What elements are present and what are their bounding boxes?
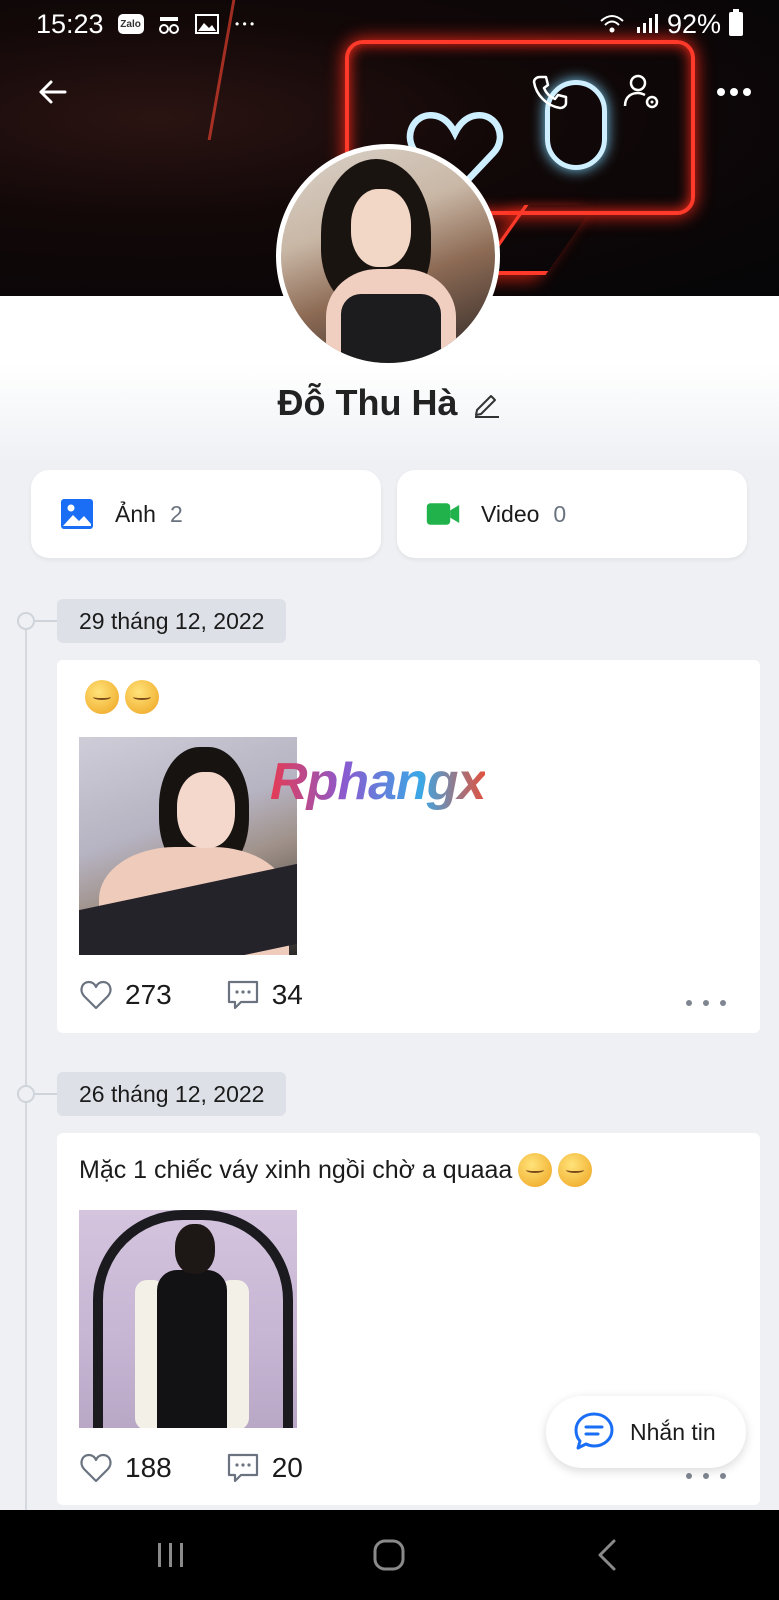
status-bar: 15:23 Zalo • • • 92% bbox=[0, 0, 779, 48]
profile-top-bar bbox=[0, 64, 779, 120]
chevron-left-icon bbox=[598, 1539, 616, 1571]
image-icon bbox=[61, 499, 93, 529]
like-count: 273 bbox=[125, 979, 172, 1010]
comment-icon bbox=[227, 1453, 258, 1483]
incognito-icon bbox=[158, 17, 179, 34]
comment-count: 34 bbox=[271, 979, 303, 1010]
send-message-label: Nhắn tin bbox=[630, 1418, 716, 1445]
comment-icon bbox=[227, 980, 258, 1010]
post-actions: 273 34 bbox=[79, 978, 357, 1012]
battery-percent: 92% bbox=[666, 8, 721, 39]
video-camera-icon bbox=[426, 503, 460, 525]
like-count: 188 bbox=[125, 1452, 172, 1483]
watermark: Rphangx bbox=[270, 753, 486, 811]
user-settings-icon bbox=[623, 74, 659, 109]
post-more-button[interactable] bbox=[686, 1466, 726, 1486]
photos-label: Ảnh bbox=[115, 500, 156, 527]
nav-back-button[interactable] bbox=[582, 1530, 632, 1580]
more-notifications-icon: • • • bbox=[234, 17, 255, 31]
post-text: Mặc 1 chiếc váy xinh ngồi chờ a quaaa bbox=[79, 1153, 593, 1187]
home-icon bbox=[373, 1539, 405, 1571]
recent-apps-icon bbox=[158, 1543, 183, 1567]
edit-pencil-icon[interactable] bbox=[471, 388, 501, 418]
post-text bbox=[79, 680, 159, 714]
post-card[interactable]: 273 34 bbox=[57, 660, 760, 1033]
post-date: 29 tháng 12, 2022 bbox=[57, 599, 287, 643]
timeline-connector bbox=[35, 620, 57, 622]
profile-name: Đỗ Thu Hà bbox=[277, 382, 458, 423]
android-navigation-bar bbox=[0, 1510, 779, 1600]
post-actions: 188 20 bbox=[79, 1451, 357, 1485]
back-button[interactable] bbox=[25, 64, 81, 120]
post-date: 26 tháng 12, 2022 bbox=[57, 1072, 287, 1116]
more-options-button[interactable] bbox=[706, 64, 762, 120]
battery-icon bbox=[729, 9, 743, 36]
wifi-icon bbox=[600, 15, 624, 33]
emoji-icon bbox=[558, 1153, 593, 1187]
post-photo[interactable] bbox=[79, 1210, 297, 1428]
arrow-left-icon bbox=[39, 80, 67, 104]
heart-icon bbox=[80, 1453, 112, 1483]
zalo-notification-icon: Zalo bbox=[117, 14, 144, 34]
call-button[interactable] bbox=[522, 64, 578, 120]
like-button[interactable]: 273 bbox=[79, 978, 172, 1012]
status-time: 15:23 bbox=[36, 8, 104, 39]
gallery-icon bbox=[194, 14, 219, 34]
videos-label: Video bbox=[481, 500, 540, 527]
profile-name-row: Đỗ Thu Hà bbox=[0, 382, 779, 424]
timeline-dot bbox=[17, 612, 35, 630]
more-horizontal-icon bbox=[717, 88, 751, 96]
send-message-button[interactable]: Nhắn tin bbox=[546, 1396, 746, 1468]
like-button[interactable]: 188 bbox=[79, 1451, 172, 1485]
chat-bubble-icon bbox=[574, 1412, 614, 1450]
signal-icon bbox=[636, 14, 658, 33]
photos-card[interactable]: Ảnh 2 bbox=[31, 470, 381, 558]
heart-icon bbox=[80, 980, 112, 1010]
post-photo[interactable] bbox=[79, 737, 297, 955]
emoji-icon bbox=[125, 680, 159, 714]
photos-count: 2 bbox=[169, 500, 183, 527]
post-more-button[interactable] bbox=[686, 993, 726, 1013]
timeline-connector bbox=[35, 1093, 57, 1095]
avatar[interactable] bbox=[276, 144, 500, 368]
timeline-dot bbox=[17, 1085, 35, 1103]
comment-count: 20 bbox=[271, 1452, 303, 1483]
recent-apps-button[interactable] bbox=[146, 1530, 196, 1580]
home-button[interactable] bbox=[364, 1530, 414, 1580]
comment-button[interactable]: 20 bbox=[226, 1451, 303, 1485]
phone-icon bbox=[532, 75, 568, 110]
emoji-icon bbox=[518, 1153, 553, 1187]
comment-button[interactable]: 34 bbox=[226, 978, 303, 1012]
timeline-line bbox=[25, 620, 27, 1510]
profile-settings-button[interactable] bbox=[614, 64, 670, 120]
videos-card[interactable]: Video 0 bbox=[397, 470, 747, 558]
emoji-icon bbox=[85, 680, 119, 714]
videos-count: 0 bbox=[553, 500, 567, 527]
